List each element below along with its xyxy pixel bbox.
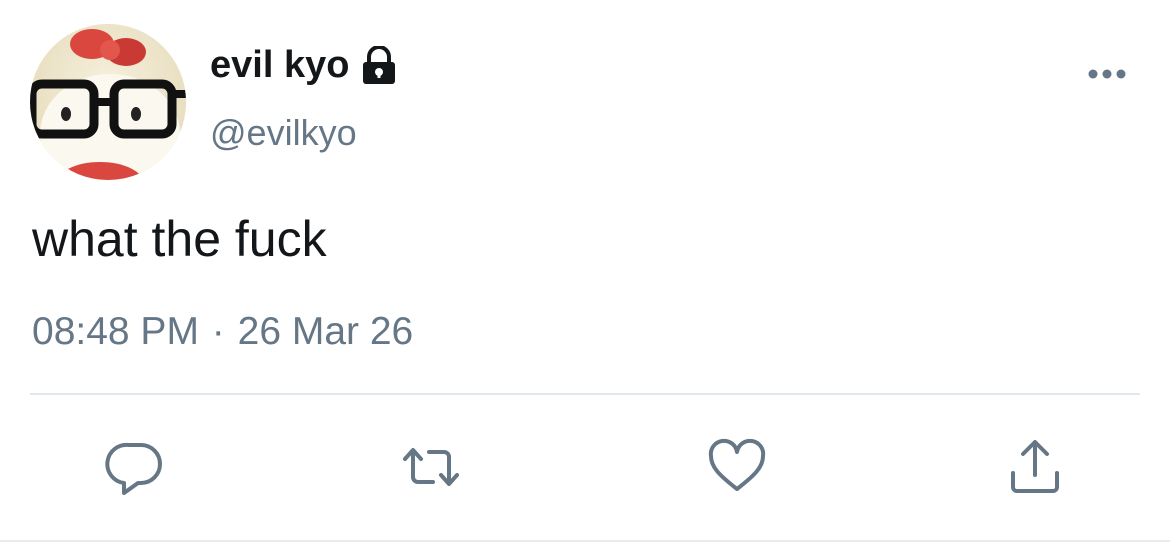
tweet-timestamp[interactable]: 08:48 PM · 26 Mar 26 [32,310,413,354]
divider [30,393,1140,395]
lock-icon [363,45,396,84]
more-dots-icon[interactable] [1086,66,1128,82]
display-name[interactable]: evil kyo [210,44,401,87]
display-name-text: evil kyo [210,44,350,86]
bottom-divider [0,540,1170,542]
share-button[interactable] [1004,436,1066,498]
avatar[interactable] [30,24,186,180]
heart-icon [708,438,766,491]
avatar-image [30,24,186,180]
tweet-date: 26 Mar 26 [237,310,414,353]
meta-separator: · [211,310,225,353]
tweet-time: 08:48 PM [32,310,199,353]
retweet-button[interactable] [400,436,462,498]
like-button[interactable] [706,436,768,498]
reply-icon [105,442,162,495]
share-icon [1011,440,1059,493]
user-handle[interactable]: @evilkyo [210,112,357,154]
tweet-text: what the fuck [32,211,327,267]
reply-button[interactable] [104,436,166,498]
retweet-icon [403,448,459,486]
